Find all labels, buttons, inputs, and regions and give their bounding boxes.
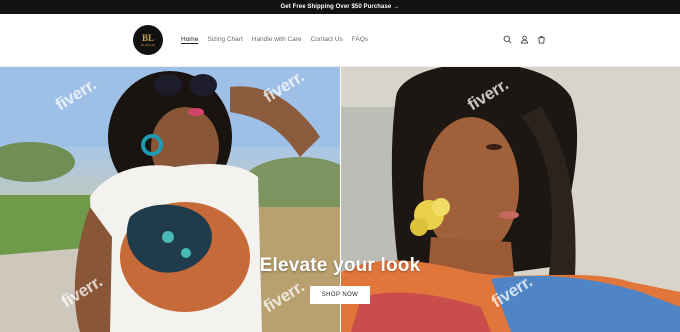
account-icon[interactable] (520, 35, 529, 44)
hero-title: Elevate your look (259, 255, 421, 276)
announcement-text: Get Free Shipping Over $50 Purchase (280, 4, 392, 10)
logo-brand-text: BLAKCHI (140, 42, 156, 47)
nav-item-handle-with-care[interactable]: Handle with Care (252, 36, 302, 43)
header-icons (503, 35, 546, 44)
nav-item-contact-us[interactable]: Contact Us (311, 36, 343, 43)
site-header: BL BLAKCHI Home Sizing Chart Handle with… (0, 14, 680, 67)
hero-image-left (0, 67, 340, 332)
main-nav: Home Sizing Chart Handle with Care Conta… (181, 36, 377, 43)
hero-photo-right (341, 67, 680, 332)
nav-item-home[interactable]: Home (181, 36, 198, 43)
logo-monogram: BL (141, 32, 154, 43)
nav-item-faqs[interactable]: FAQs (352, 36, 368, 43)
cart-icon[interactable] (537, 35, 546, 44)
arrow-right-icon: → (393, 4, 400, 10)
announcement-bar[interactable]: Get Free Shipping Over $50 Purchase → (0, 0, 680, 14)
site-logo[interactable]: BL BLAKCHI (133, 25, 163, 55)
hero-image-right (341, 67, 680, 332)
hero-banner: fiverr. fiverr. fiverr. fiverr. fiverr. … (0, 67, 680, 332)
shop-now-button[interactable]: SHOP NOW (310, 286, 370, 304)
nav-item-sizing-chart[interactable]: Sizing Chart (207, 36, 242, 43)
search-icon[interactable] (503, 35, 512, 44)
hero-photo-left (0, 67, 340, 332)
